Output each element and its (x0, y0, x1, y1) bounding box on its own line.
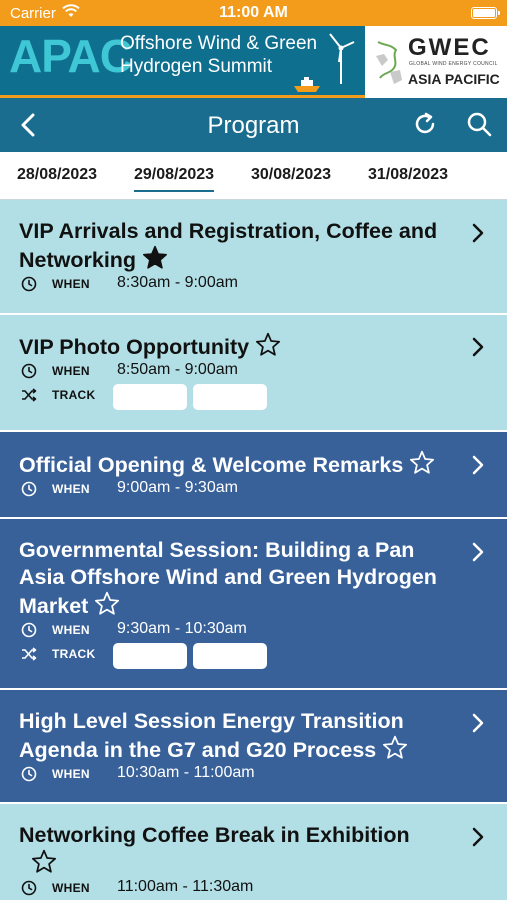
clock-icon (21, 481, 37, 502)
clock-icon (21, 363, 37, 384)
event-logo-short: APAC (9, 30, 133, 82)
session-track-row: TRACK (19, 643, 279, 669)
session-item[interactable]: Official Opening & Welcome Remarks WHEN … (0, 432, 507, 519)
star-outline-icon[interactable] (382, 735, 408, 767)
session-time: 9:30am - 10:30am (117, 620, 247, 637)
star-filled-icon[interactable] (142, 245, 168, 277)
chevron-right-icon (471, 454, 485, 481)
session-item[interactable]: High Level Session Energy Transition Age… (0, 690, 507, 804)
track-label: TRACK (52, 388, 96, 402)
partner-logo: GWEC GLOBAL WIND ENERGY COUNCIL ASIA PAC… (368, 26, 507, 98)
battery-icon (471, 7, 500, 19)
session-item[interactable]: Networking Coffee Break in Exhibition WH… (0, 804, 507, 900)
chevron-right-icon (471, 541, 485, 568)
star-outline-icon[interactable] (409, 450, 435, 482)
asia-map-icon (372, 36, 406, 95)
session-item[interactable]: Governmental Session: Building a Pan Asi… (0, 519, 507, 690)
wind-turbine-icon (326, 30, 356, 91)
event-logo-line2: Hydrogen Summit (120, 56, 273, 77)
session-track-row: TRACK (19, 384, 279, 410)
event-logo-line1: Offshore Wind & Green (120, 33, 318, 54)
tab-date-30[interactable]: 30/08/2023 (251, 166, 331, 184)
shuffle-icon (21, 387, 37, 408)
chevron-right-icon (471, 336, 485, 363)
when-label: WHEN (52, 881, 90, 895)
session-title: Official Opening & Welcome Remarks (19, 450, 464, 482)
tab-date-29[interactable]: 29/08/2023 (134, 166, 215, 192)
chevron-right-icon (471, 826, 485, 853)
when-label: WHEN (52, 767, 90, 781)
event-logo: APAC Offshore Wind & Green Hydrogen Summ… (0, 26, 365, 98)
session-time: 10:30am - 11:00am (117, 764, 255, 781)
track-label: TRACK (52, 647, 96, 661)
session-title: Governmental Session: Building a Pan Asi… (19, 537, 464, 623)
track-tag[interactable] (193, 643, 267, 669)
session-time: 11:00am - 11:30am (117, 878, 254, 895)
tab-date-31[interactable]: 31/08/2023 (368, 166, 448, 184)
session-title: High Level Session Energy Transition Age… (19, 708, 464, 767)
track-tag[interactable] (193, 384, 267, 410)
session-title: VIP Arrivals and Registration, Coffee an… (19, 218, 464, 277)
star-outline-icon[interactable] (94, 591, 120, 623)
chevron-right-icon (471, 712, 485, 739)
when-label: WHEN (52, 623, 90, 637)
partner-tagline: GLOBAL WIND ENERGY COUNCIL (409, 61, 498, 67)
session-time: 8:50am - 9:00am (117, 361, 238, 378)
session-list: VIP Arrivals and Registration, Coffee an… (0, 200, 507, 900)
clock-icon (21, 766, 37, 787)
clock-time: 11:00 AM (219, 4, 288, 21)
tab-date-28[interactable]: 28/08/2023 (17, 166, 97, 184)
status-bar: Carrier 11:00 AM (0, 0, 507, 26)
shuffle-icon (21, 646, 37, 667)
session-time: 8:30am - 9:00am (117, 274, 238, 291)
refresh-icon[interactable] (412, 111, 438, 142)
when-label: WHEN (52, 482, 90, 496)
session-item[interactable]: VIP Photo Opportunity WHEN 8:50am - 9:00… (0, 315, 507, 432)
clock-icon (21, 276, 37, 297)
session-title: Networking Coffee Break in Exhibition (19, 822, 439, 881)
star-outline-icon[interactable] (255, 332, 281, 364)
when-label: WHEN (52, 277, 90, 291)
event-banner: APAC Offshore Wind & Green Hydrogen Summ… (0, 26, 507, 98)
partner-region: ASIA PACIFIC (408, 71, 500, 87)
track-tag[interactable] (113, 384, 187, 410)
clock-icon (21, 622, 37, 643)
session-time: 9:00am - 9:30am (117, 479, 238, 496)
track-tag[interactable] (113, 643, 187, 669)
search-icon[interactable] (466, 111, 492, 142)
session-item[interactable]: VIP Arrivals and Registration, Coffee an… (0, 200, 507, 315)
date-tabs: 28/08/2023 29/08/2023 30/08/2023 31/08/2… (0, 152, 507, 200)
partner-name: GWEC (408, 34, 491, 61)
clock-icon (21, 880, 37, 900)
navigation-bar: Program (0, 98, 507, 152)
when-label: WHEN (52, 364, 90, 378)
boat-icon (292, 76, 324, 99)
session-title: VIP Photo Opportunity (19, 332, 464, 364)
star-outline-icon[interactable] (31, 849, 57, 881)
chevron-right-icon (471, 222, 485, 249)
